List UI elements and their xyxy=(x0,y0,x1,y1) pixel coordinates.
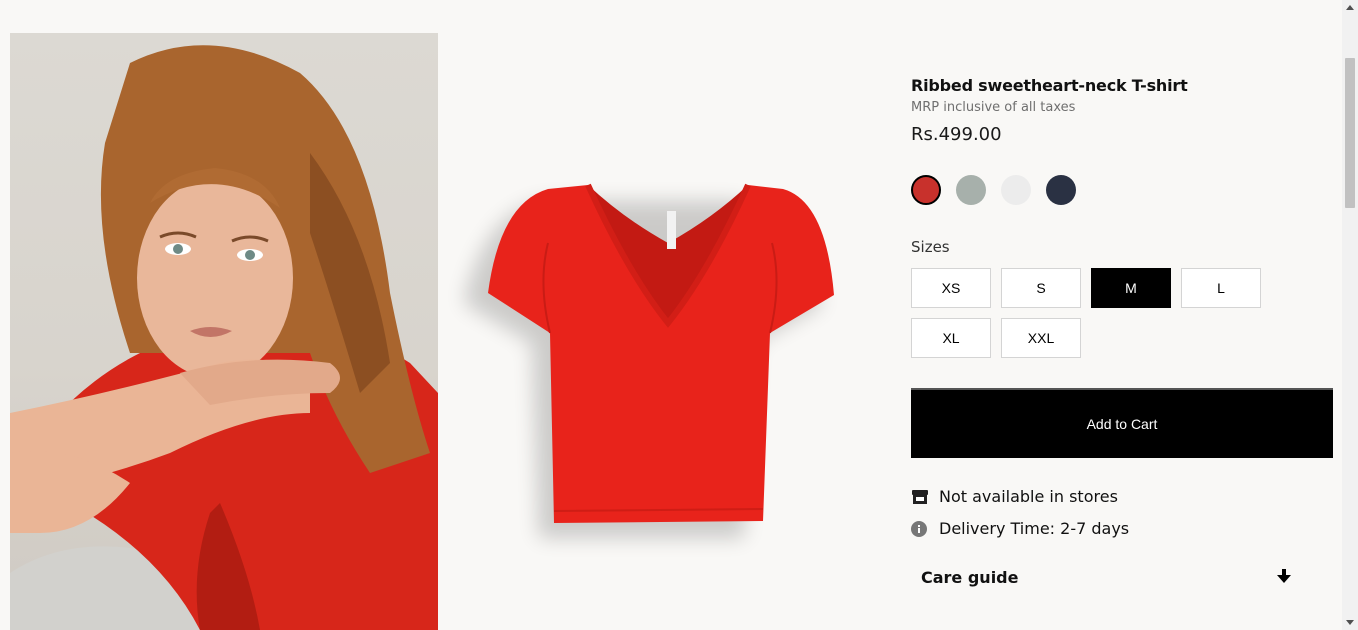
color-swatch-light-grey[interactable] xyxy=(1001,175,1031,205)
size-button-xl[interactable]: XL xyxy=(911,318,991,358)
color-swatch-sage-grey[interactable] xyxy=(956,175,986,205)
store-icon xyxy=(911,488,929,506)
model-image xyxy=(10,45,438,630)
size-button-m[interactable]: M xyxy=(1091,268,1171,308)
page-scrollbar[interactable] xyxy=(1342,0,1358,630)
add-to-cart-button[interactable]: Add to Cart xyxy=(911,388,1333,458)
product-price: Rs.499.00 xyxy=(911,124,1002,145)
size-button-xxl[interactable]: XXL xyxy=(1001,318,1081,358)
info-icon xyxy=(911,520,929,538)
size-options: XS S M L XL XXL xyxy=(911,268,1271,358)
store-availability-text: Not available in stores xyxy=(939,487,1118,506)
delivery-time-text: Delivery Time: 2-7 days xyxy=(939,519,1130,538)
product-photo[interactable] xyxy=(438,33,882,630)
arrow-down-icon xyxy=(1277,568,1291,587)
sizes-label: Sizes xyxy=(911,238,950,256)
color-swatch-navy[interactable] xyxy=(1046,175,1076,205)
size-button-xs[interactable]: XS xyxy=(911,268,991,308)
care-guide-label: Care guide xyxy=(921,567,1019,587)
delivery-time: Delivery Time: 2-7 days xyxy=(911,519,1129,538)
tshirt-image xyxy=(464,183,834,538)
store-availability: Not available in stores xyxy=(911,487,1118,506)
color-swatch-red[interactable] xyxy=(911,175,941,205)
mrp-note: MRP inclusive of all taxes xyxy=(911,100,1076,115)
color-swatches xyxy=(911,175,1111,205)
scroll-thumb[interactable] xyxy=(1345,58,1355,208)
scroll-down-icon[interactable] xyxy=(1346,620,1354,625)
size-button-s[interactable]: S xyxy=(1001,268,1081,308)
care-guide-toggle[interactable]: Care guide xyxy=(911,560,1311,594)
size-button-l[interactable]: L xyxy=(1181,268,1261,308)
model-photo[interactable] xyxy=(10,33,438,630)
scroll-up-icon[interactable] xyxy=(1346,5,1354,10)
product-title: Ribbed sweetheart-neck T-shirt xyxy=(911,76,1188,95)
